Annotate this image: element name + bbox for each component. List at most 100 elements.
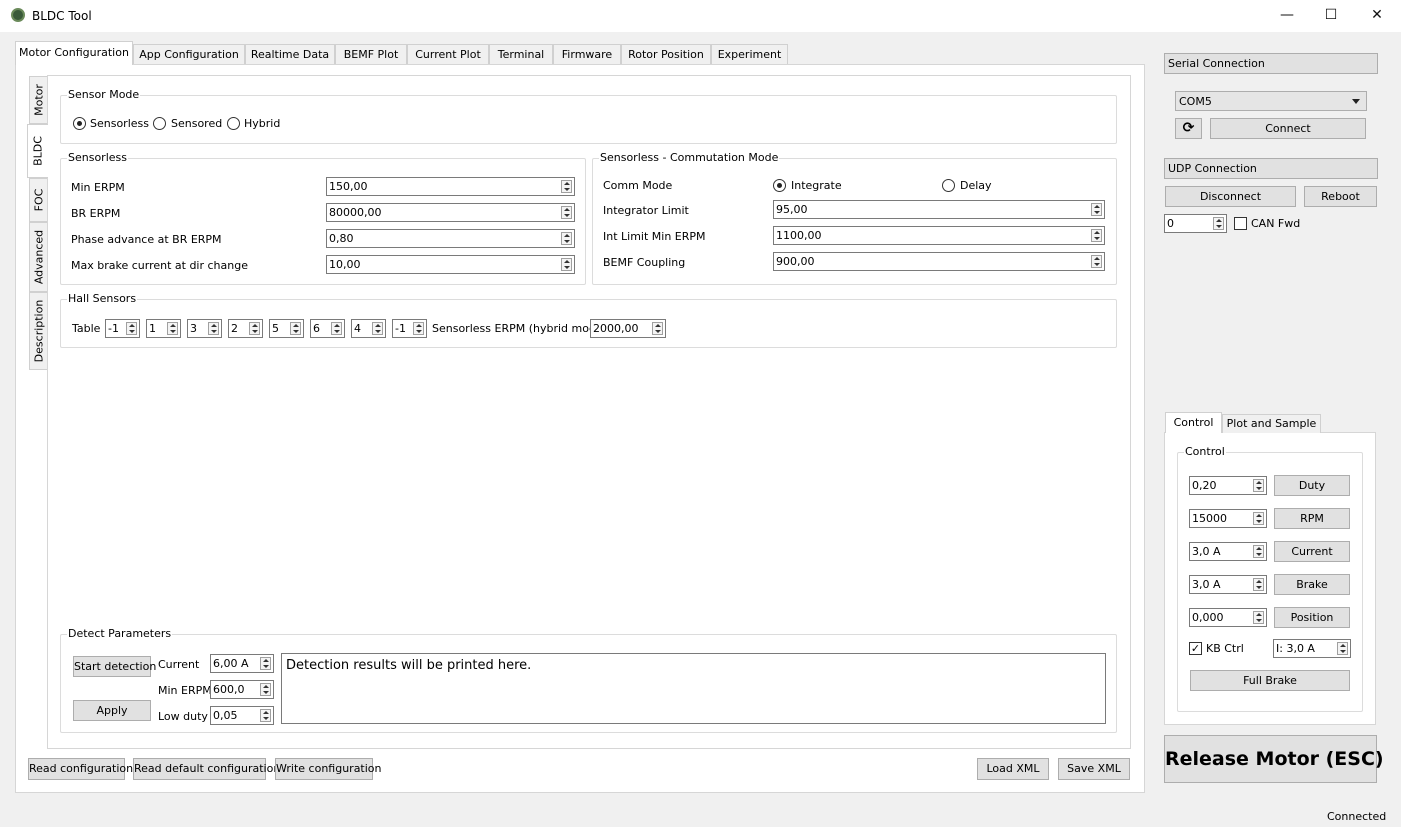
bemf-coupling-spinbox[interactable]: 900,00 [773,252,1105,271]
hall-sensors-group: Hall Sensors Table -1 1 3 2 5 6 4 -1 Sen… [60,292,1117,348]
detect-current-spinbox[interactable]: 6,00 A [210,654,274,673]
current-spinbox[interactable]: 3,0 A [1189,542,1267,561]
save-xml-button[interactable]: Save XML [1058,758,1130,780]
min-erpm-spinbox[interactable]: 150,00 [326,177,575,196]
max-brake-label: Max brake current at dir change [71,259,248,272]
hall-table-spinbox[interactable]: 4 [351,319,386,338]
tab-terminal[interactable]: Terminal [489,44,553,64]
tab-experiment[interactable]: Experiment [711,44,788,64]
tab-realtime-data[interactable]: Realtime Data [245,44,335,64]
hall-table-spinbox[interactable]: -1 [105,319,140,338]
read-configuration-button[interactable]: Read configuration [28,758,133,780]
int-limit-min-erpm-label: Int Limit Min ERPM [603,230,706,243]
position-spinbox[interactable]: 0,000 [1189,608,1267,627]
disconnect-button[interactable]: Disconnect [1165,186,1296,207]
title-bar: BLDC Tool — ☐ ✕ [0,0,1401,32]
control-group: Control 0,20 Duty 15000 RPM 3,0 A Curren… [1177,445,1363,712]
duty-spinbox[interactable]: 0,20 [1189,476,1267,495]
tab-rotor-position[interactable]: Rotor Position [621,44,711,64]
release-motor-button[interactable]: Release Motor (ESC) [1164,735,1384,783]
delay-radio[interactable] [942,179,955,192]
tab-firmware[interactable]: Firmware [553,44,621,64]
int-limit-min-erpm-spinbox[interactable]: 1100,00 [773,226,1105,245]
sensored-radio[interactable] [153,117,166,130]
tab-current-plot[interactable]: Current Plot [407,44,489,64]
hall-table-spinbox[interactable]: 1 [146,319,181,338]
current-button[interactable]: Current [1274,541,1350,562]
tab-app-configuration[interactable]: App Configuration [133,44,245,64]
phase-advance-spinbox[interactable]: 0,80 [326,229,575,248]
bemf-coupling-label: BEMF Coupling [603,256,686,269]
detect-parameters-title: Detect Parameters [67,627,173,640]
hall-table-label: Table [72,322,101,335]
udp-connection-header[interactable]: UDP Connection [1164,158,1378,179]
max-brake-spinbox[interactable]: 10,00 [326,255,575,274]
integrate-radio[interactable] [773,179,786,192]
duty-button[interactable]: Duty [1274,475,1350,496]
tab-plot-and-sample[interactable]: Plot and Sample [1222,414,1321,433]
integrator-limit-spinbox[interactable]: 95,00 [773,200,1105,219]
hall-table-spinbox[interactable]: 2 [228,319,263,338]
can-fwd-checkbox[interactable] [1234,217,1247,230]
reboot-button[interactable]: Reboot [1304,186,1377,207]
detection-results-box[interactable]: Detection results will be printed here. [281,653,1106,724]
sensored-label: Sensored [171,117,223,130]
br-erpm-spinbox[interactable]: 80000,00 [326,203,575,222]
minimize-button[interactable]: — [1264,0,1310,30]
side-tab-motor[interactable]: Motor [29,76,47,124]
serial-connection-header[interactable]: Serial Connection [1164,53,1378,74]
sensor-mode-group: Sensor Mode Sensorless Sensored Hybrid [60,88,1117,144]
sensorless-label: Sensorless [90,117,149,130]
comm-mode-label: Comm Mode [603,179,673,192]
can-id-spinbox[interactable]: 0 [1164,214,1227,233]
hall-table-spinbox[interactable]: 6 [310,319,345,338]
br-erpm-label: BR ERPM [71,207,121,220]
detection-results-text: Detection results will be printed here. [286,658,532,673]
hybrid-radio[interactable] [227,117,240,130]
detect-min-erpm-spinbox[interactable]: 600,0 [210,680,274,699]
sensorless-title: Sensorless [67,151,128,164]
serial-port-select[interactable]: COM5 [1175,91,1367,111]
sensorless-radio[interactable] [73,117,86,130]
read-default-configuration-button[interactable]: Read default configuration [133,758,280,780]
hall-table-spinbox[interactable]: 5 [269,319,304,338]
integrator-limit-label: Integrator Limit [603,204,689,217]
sensor-mode-title: Sensor Mode [67,88,141,101]
rpm-button[interactable]: RPM [1274,508,1350,529]
position-button[interactable]: Position [1274,607,1350,628]
hybrid-erpm-spinbox[interactable]: 2000,00 [590,319,666,338]
side-tab-advanced[interactable]: Advanced [29,222,47,292]
hall-table-spinbox[interactable]: 3 [187,319,222,338]
side-tab-description[interactable]: Description [29,292,47,370]
hall-table-spinbox[interactable]: -1 [392,319,427,338]
side-tab-foc[interactable]: FOC [29,178,47,222]
full-brake-button[interactable]: Full Brake [1190,670,1350,691]
control-group-title: Control [1184,445,1226,458]
brake-spinbox[interactable]: 3,0 A [1189,575,1267,594]
write-configuration-button[interactable]: Write configuration [275,758,382,780]
hybrid-label: Hybrid [244,117,281,130]
tab-control[interactable]: Control [1165,412,1222,433]
tab-motor-configuration[interactable]: Motor Configuration [15,41,133,65]
commutation-group: Sensorless - Commutation Mode Comm Mode … [592,151,1117,285]
side-tab-bldc[interactable]: BLDC [27,124,48,178]
detect-low-duty-label: Low duty [158,710,208,723]
start-detection-button[interactable]: Start detection [73,656,156,677]
window-title: BLDC Tool [32,9,92,23]
maximize-button[interactable]: ☐ [1308,0,1354,30]
integrate-label: Integrate [791,179,842,192]
detect-min-erpm-label: Min ERPM [158,684,212,697]
kb-current-spinbox[interactable]: I: 3,0 A [1273,639,1351,658]
connect-button[interactable]: Connect [1210,118,1366,139]
can-fwd-label: CAN Fwd [1251,217,1301,230]
load-xml-button[interactable]: Load XML [977,758,1049,780]
rpm-spinbox[interactable]: 15000 [1189,509,1267,528]
kb-ctrl-checkbox[interactable]: ✓ [1189,642,1202,655]
brake-button[interactable]: Brake [1274,574,1350,595]
apply-button[interactable]: Apply [73,700,151,721]
tab-bemf-plot[interactable]: BEMF Plot [335,44,407,64]
status-text: Connected [1327,810,1387,823]
refresh-icon[interactable]: ⟳ [1175,118,1202,139]
close-button[interactable]: ✕ [1354,0,1400,30]
detect-low-duty-spinbox[interactable]: 0,05 [210,706,274,725]
